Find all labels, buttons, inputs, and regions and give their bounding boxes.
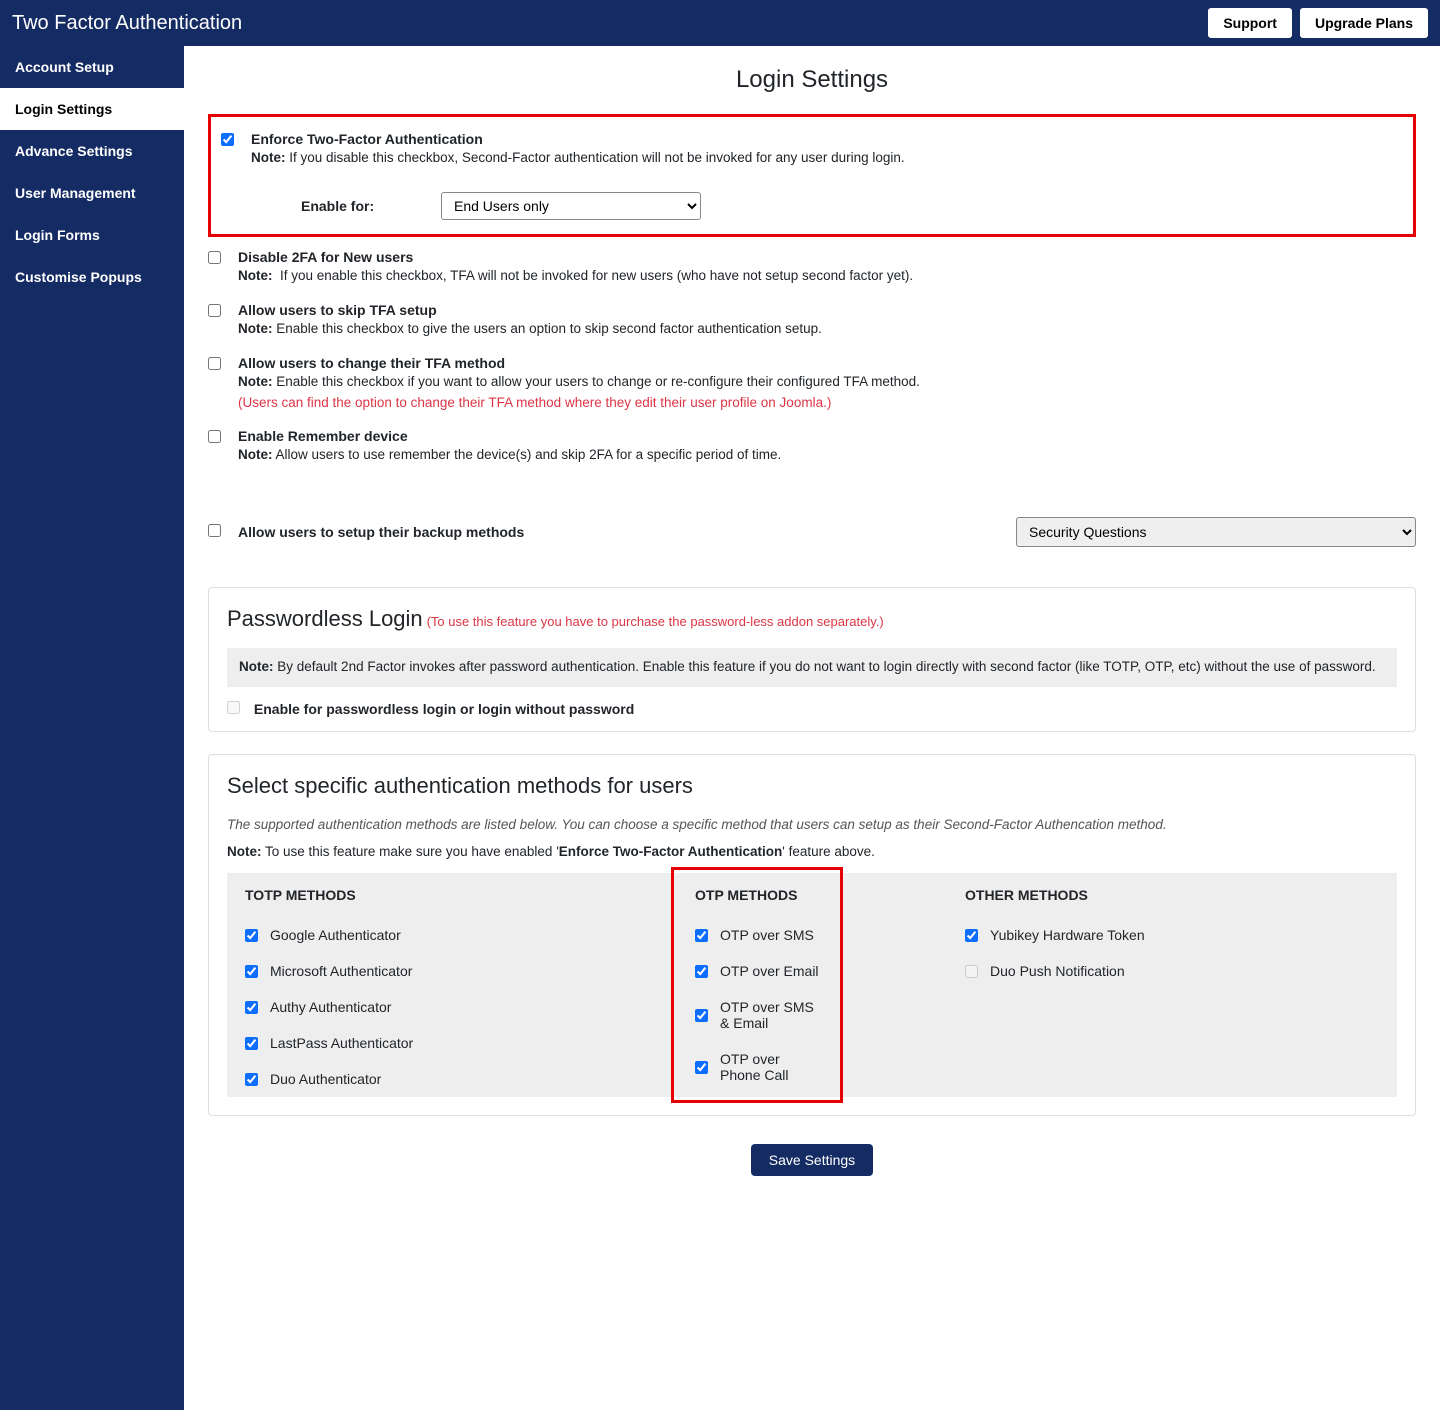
passwordless-enable-label: Enable for passwordless login or login w… (254, 701, 634, 717)
method-otp-sms-checkbox[interactable] (695, 929, 708, 942)
method-duo-authenticator-checkbox[interactable] (245, 1073, 258, 1086)
auth-methods-note: Note: To use this feature make sure you … (227, 844, 1397, 859)
method-otp-sms-email: OTP over SMS & Email (677, 989, 837, 1041)
main-content: Login Settings Enforce Two-Factor Authen… (184, 46, 1440, 1410)
auth-methods-table: TOTP METHODS Google Authenticator Micros… (227, 873, 1397, 1097)
auth-methods-heading: Select specific authentication methods f… (227, 773, 1397, 799)
enforce-2fa-note: Note: If you disable this checkbox, Seco… (251, 149, 1403, 168)
topbar: Two Factor Authentication Support Upgrad… (0, 0, 1440, 46)
remember-device-checkbox[interactable] (208, 430, 221, 443)
totp-methods-col: TOTP METHODS Google Authenticator Micros… (227, 873, 677, 1097)
method-yubikey-checkbox[interactable] (965, 929, 978, 942)
sidebar-item-customise-popups[interactable]: Customise Popups (0, 256, 184, 298)
allow-change-tfa-hint: (Users can find the option to change the… (238, 394, 1416, 413)
enforce-2fa-label: Enforce Two-Factor Authentication (251, 131, 1403, 147)
backup-methods-checkbox[interactable] (208, 524, 221, 537)
auth-methods-desc: The supported authentication methods are… (227, 817, 1397, 832)
method-authy-authenticator: Authy Authenticator (227, 989, 677, 1025)
method-otp-email: OTP over Email (677, 953, 837, 989)
disable-2fa-new-users-label: Disable 2FA for New users (238, 249, 1416, 265)
method-lastpass-authenticator-checkbox[interactable] (245, 1037, 258, 1050)
save-settings-button[interactable]: Save Settings (751, 1144, 873, 1176)
method-microsoft-authenticator-checkbox[interactable] (245, 965, 258, 978)
sidebar-item-account-setup[interactable]: Account Setup (0, 46, 184, 88)
other-methods-col: OTHER METHODS Yubikey Hardware Token Duo… (837, 873, 1397, 1097)
method-otp-phone-call-checkbox[interactable] (695, 1061, 708, 1074)
sidebar-item-user-management[interactable]: User Management (0, 172, 184, 214)
auth-methods-panel: Select specific authentication methods f… (208, 754, 1416, 1116)
sidebar-item-login-settings[interactable]: Login Settings (0, 88, 184, 130)
method-yubikey: Yubikey Hardware Token (947, 917, 1397, 953)
enforce-2fa-checkbox[interactable] (221, 133, 234, 146)
method-otp-sms-email-checkbox[interactable] (695, 1009, 708, 1022)
remember-device-note: Note: Allow users to use remember the de… (238, 446, 1416, 465)
sidebar: Account Setup Login Settings Advance Set… (0, 46, 184, 1410)
other-methods-head: OTHER METHODS (947, 873, 1397, 917)
remember-device-label: Enable Remember device (238, 428, 1416, 444)
backup-methods-select[interactable]: Security Questions (1016, 517, 1416, 547)
method-otp-phone-call: OTP over Phone Call (677, 1041, 837, 1093)
allow-skip-tfa-label: Allow users to skip TFA setup (238, 302, 1416, 318)
disable-2fa-new-users-note: Note: If you enable this checkbox, TFA w… (238, 267, 1416, 286)
enforce-highlight-box: Enforce Two-Factor Authentication Note: … (208, 114, 1416, 237)
method-otp-sms: OTP over SMS (677, 917, 837, 953)
allow-change-tfa-checkbox[interactable] (208, 357, 221, 370)
method-duo-push-checkbox (965, 965, 978, 978)
backup-methods-label: Allow users to setup their backup method… (238, 524, 1016, 540)
method-google-authenticator-checkbox[interactable] (245, 929, 258, 942)
support-button[interactable]: Support (1208, 8, 1292, 38)
disable-2fa-new-users-checkbox[interactable] (208, 251, 221, 264)
passwordless-enable-checkbox (227, 701, 240, 714)
sidebar-item-login-forms[interactable]: Login Forms (0, 214, 184, 256)
method-duo-push: Duo Push Notification (947, 953, 1397, 989)
passwordless-addon-warning: (To use this feature you have to purchas… (427, 614, 884, 629)
passwordless-note: Note: By default 2nd Factor invokes afte… (227, 648, 1397, 687)
totp-methods-head: TOTP METHODS (227, 873, 677, 917)
enable-for-label: Enable for: (221, 198, 441, 214)
passwordless-panel: Passwordless Login (To use this feature … (208, 587, 1416, 732)
method-google-authenticator: Google Authenticator (227, 917, 677, 953)
method-microsoft-authenticator: Microsoft Authenticator (227, 953, 677, 989)
enable-for-select[interactable]: End Users only (441, 192, 701, 220)
method-duo-authenticator: Duo Authenticator (227, 1061, 677, 1097)
method-otp-email-checkbox[interactable] (695, 965, 708, 978)
sidebar-item-advance-settings[interactable]: Advance Settings (0, 130, 184, 172)
allow-change-tfa-note: Note: Enable this checkbox if you want t… (238, 373, 1416, 392)
method-authy-authenticator-checkbox[interactable] (245, 1001, 258, 1014)
allow-skip-tfa-checkbox[interactable] (208, 304, 221, 317)
method-lastpass-authenticator: LastPass Authenticator (227, 1025, 677, 1061)
allow-skip-tfa-note: Note: Enable this checkbox to give the u… (238, 320, 1416, 339)
otp-methods-head: OTP METHODS (677, 873, 837, 917)
passwordless-heading: Passwordless Login (227, 606, 423, 631)
upgrade-plans-button[interactable]: Upgrade Plans (1300, 8, 1428, 38)
page-title: Login Settings (208, 66, 1416, 94)
allow-change-tfa-label: Allow users to change their TFA method (238, 355, 1416, 371)
app-title: Two Factor Authentication (12, 12, 1200, 35)
otp-methods-col: OTP METHODS OTP over SMS OTP over Email … (677, 873, 837, 1097)
